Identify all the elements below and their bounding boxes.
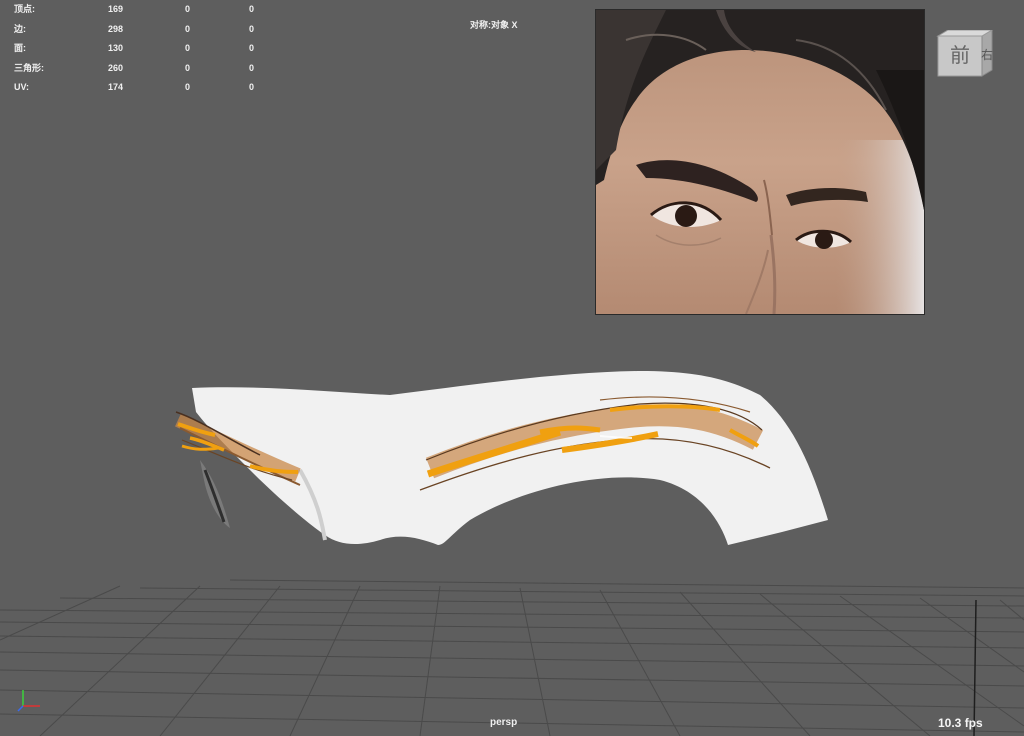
hud-row-edges: 边: 298 0 0 <box>14 20 274 40</box>
view-cube-right-label[interactable]: 右 <box>981 47 993 62</box>
hud-label: 顶点: <box>14 4 35 14</box>
hud-row-faces: 面: 130 0 0 <box>14 39 274 59</box>
hud-value: 169 <box>108 4 124 14</box>
hud-label: 面: <box>14 43 26 54</box>
ground-grid <box>0 579 1024 736</box>
hud-value: 0 <box>185 23 191 34</box>
hud-label: UV: <box>14 82 30 93</box>
poly-count-hud: 顶点: 169 0 0 边: 298 0 0 面: 130 0 0 三角形: 2… <box>14 0 274 98</box>
hud-row-uvs: UV: 174 0 0 <box>14 78 274 98</box>
hud-value: 0 <box>185 62 191 73</box>
hud-value: 0 <box>185 82 191 93</box>
hud-value: 130 <box>108 43 124 54</box>
hud-value: 0 <box>249 43 255 54</box>
hud-value: 0 <box>249 23 255 34</box>
hud-row-vertices: 顶点: 169 0 0 <box>14 0 274 20</box>
symmetry-indicator: 对称:对象 X <box>470 20 518 30</box>
hud-label: 边: <box>14 23 26 34</box>
fps-counter: 10.3 fps <box>938 716 983 730</box>
hud-value: 298 <box>108 23 124 34</box>
hud-row-triangles: 三角形: 260 0 0 <box>14 59 274 79</box>
hud-value: 0 <box>249 82 255 93</box>
axis-gizmo <box>17 690 40 712</box>
camera-label: persp <box>490 717 518 728</box>
hud-value: 260 <box>108 62 124 73</box>
hud-value: 174 <box>108 82 124 93</box>
reference-face-image <box>596 10 924 314</box>
hud-label: 三角形: <box>14 62 44 73</box>
view-cube-front-label[interactable]: 前 <box>950 43 970 67</box>
view-cube[interactable]: 前 右 <box>936 29 996 78</box>
reference-image-plane[interactable] <box>595 9 925 315</box>
eyebrow-mesh[interactable] <box>192 371 828 545</box>
hud-value: 0 <box>249 62 255 73</box>
hud-value: 0 <box>249 4 255 14</box>
hud-value: 0 <box>185 4 191 14</box>
maya-viewport[interactable]: 顶点: 169 0 0 边: 298 0 0 面: 130 0 0 三角形: 2… <box>0 0 1024 736</box>
hud-value: 0 <box>185 43 191 54</box>
